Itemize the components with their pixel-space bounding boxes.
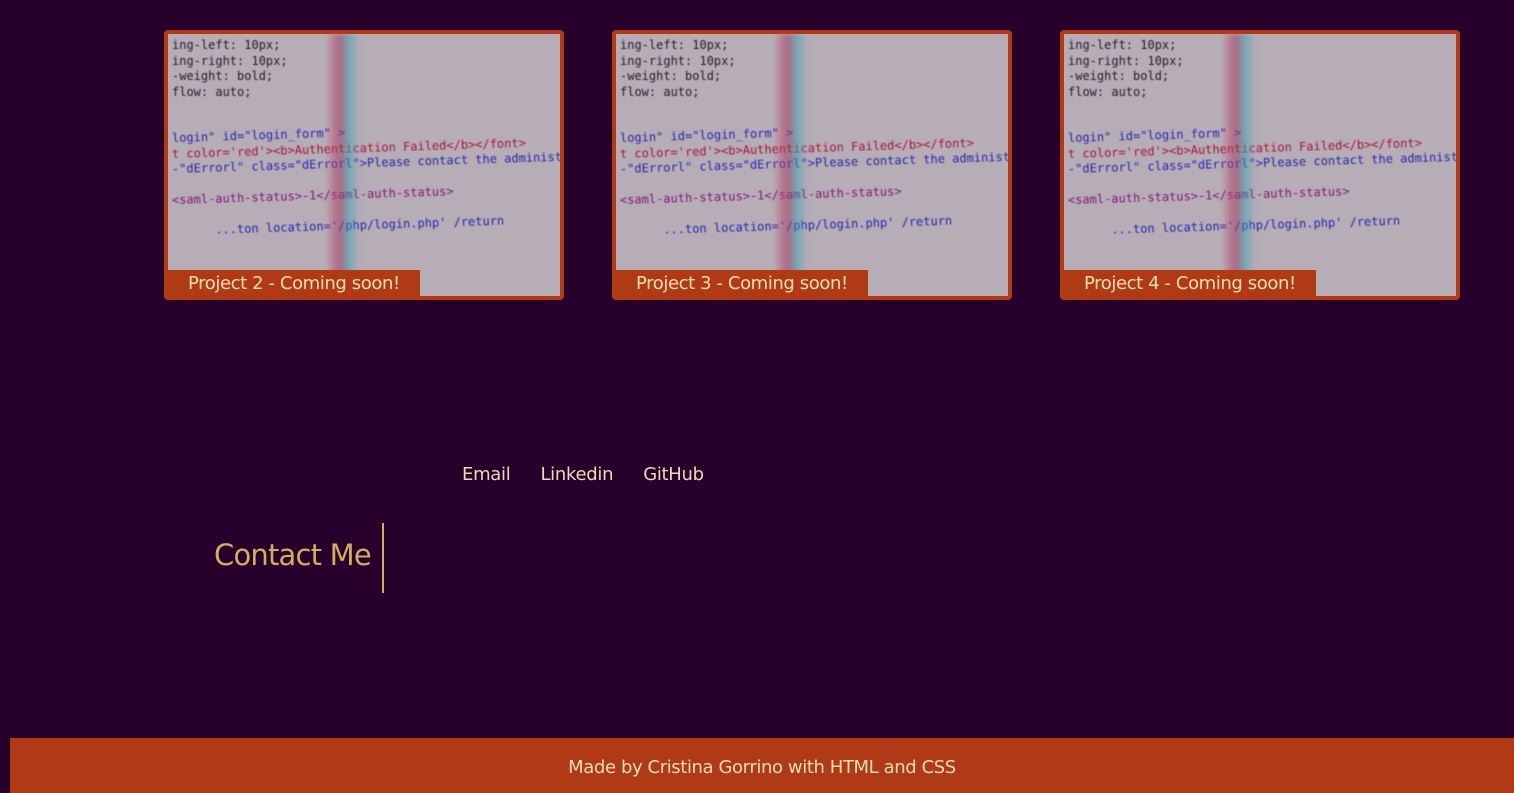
project-card-4[interactable]: ing-left: 10px; ing-right: 10px; -weight: … [1060,30,1460,300]
project-label: Project 2 - Coming soon! [168,270,420,296]
email-link[interactable]: Email [462,464,511,485]
project-thumbnail: ing-left: 10px; ing-right: 10px; -weight: … [168,34,560,296]
project-card-3[interactable]: ing-left: 10px; ing-right: 10px; -weight: … [612,30,1012,300]
contact-links: Email Linkedin GitHub [462,464,734,485]
contact-title: Contact Me [214,538,372,572]
project-thumbnail: ing-left: 10px; ing-right: 10px; -weight: … [616,34,1008,296]
footer: Made by Cristina Gorrino with HTML and C… [10,738,1514,793]
linkedin-link[interactable]: Linkedin [540,464,613,485]
contact-divider [382,523,384,593]
github-link[interactable]: GitHub [643,464,704,485]
project-label: Project 4 - Coming soon! [1064,270,1316,296]
project-thumbnail: ing-left: 10px; ing-right: 10px; -weight: … [1064,34,1456,296]
footer-text: Made by Cristina Gorrino with HTML and C… [568,757,956,778]
project-card-2[interactable]: ing-left: 10px; ing-right: 10px; -weight: … [164,30,564,300]
project-label: Project 3 - Coming soon! [616,270,868,296]
